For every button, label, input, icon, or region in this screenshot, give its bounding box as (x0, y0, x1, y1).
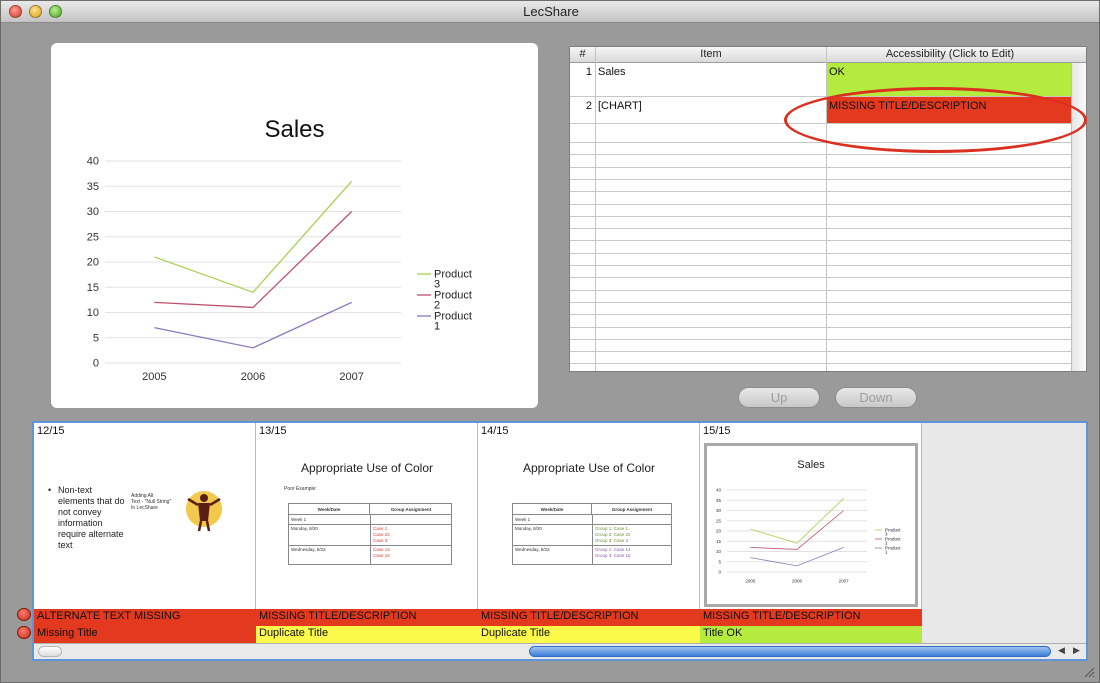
slide-title: Sales (264, 116, 325, 143)
slide-subtitle: Poor Example: (284, 486, 317, 492)
y-tick-label: 35 (87, 181, 99, 193)
slide-number: 14/15 (481, 425, 509, 437)
slide-thumbnail-content: Appropriate Use of Color Poor Example: W… (256, 441, 478, 611)
empty-row-line (570, 240, 1072, 242)
person-illustration-icon (186, 491, 222, 532)
header-item[interactable]: Item (595, 48, 827, 60)
x-tick-label: 2005 (745, 579, 756, 584)
slide-table: Week/Date Group Assignment Week 1 Monday… (288, 503, 452, 565)
slide-table: Week/Date Group Assignment Week 1 Monday… (512, 503, 672, 565)
empty-row-line (570, 154, 1072, 156)
y-tick-label: 10 (716, 549, 722, 554)
empty-row-line (570, 203, 1072, 205)
empty-row-line (570, 191, 1072, 193)
empty-row-line (570, 289, 1072, 291)
empty-row-line (570, 166, 1072, 168)
empty-row-line (570, 338, 1072, 340)
empty-row-line (570, 277, 1072, 279)
y-tick-label: 25 (716, 518, 722, 523)
y-tick-label: 5 (93, 332, 99, 344)
sales-chart: 0 5 10 15 20 25 30 35 40 2005 2006 2007 Product 3 Prod… (79, 145, 509, 397)
mini-sales-chart: 05101520253035402005 2006 2007Product3Prod… (716, 488, 901, 584)
x-tick-label: 2006 (792, 579, 803, 584)
y-tick-label: 0 (93, 358, 99, 370)
legend-label: 1 (434, 321, 440, 333)
header-accessibility[interactable]: Accessibility (Click to Edit) (827, 48, 1073, 60)
window-title: LecShare (523, 4, 579, 19)
sales-chart-svg: 05101520253035402005 2006 2007Product3Prod… (87, 156, 472, 383)
header-number[interactable]: # (570, 48, 595, 60)
slide-thumbnail-content: Appropriate Use of Color Week/Date Group… (478, 441, 700, 611)
row-item: [CHART] (598, 100, 642, 112)
slide-filmstrip: 12/15 • Non-text elements that do not co… (32, 421, 1088, 661)
scroll-right-icon[interactable]: ▶ (1073, 645, 1080, 658)
status-description: MISSING TITLE/DESCRIPTION (700, 609, 922, 626)
y-tick-label: 15 (716, 539, 722, 544)
status-title: Duplicate Title (256, 626, 478, 643)
scrollbar-left-cap (38, 646, 62, 657)
empty-row-line (570, 314, 1072, 316)
slide-title: Appropriate Use of Color (300, 461, 434, 475)
y-tick-label: 35 (716, 498, 722, 503)
y-tick-label: 30 (87, 206, 99, 218)
alert-indicator-icon[interactable] (17, 608, 31, 621)
y-tick-label: 40 (87, 156, 99, 168)
slide-number: 13/15 (259, 425, 287, 437)
empty-row-line (570, 228, 1072, 230)
slide-thumbnail-content: • Non-text elements that do not convey i… (34, 441, 256, 611)
x-tick-label: 2007 (339, 371, 363, 383)
status-title: Duplicate Title (478, 626, 700, 643)
scroll-arrows[interactable]: ◀ ▶ (1054, 645, 1084, 658)
resize-grip-icon[interactable] (1083, 666, 1095, 678)
annotation-circle (784, 87, 1087, 153)
y-tick-label: 30 (716, 508, 722, 513)
y-tick-label: 25 (87, 231, 99, 243)
status-title: Title OK (700, 626, 922, 643)
series-line (154, 211, 353, 309)
y-tick-label: 0 (718, 570, 721, 575)
table-header: # Item Accessibility (Click to Edit) (570, 47, 1086, 63)
down-button[interactable]: Down (835, 387, 917, 408)
app-window: LecShare Sales 0 5 10 15 20 25 30 35 40 2005 2006 2… (0, 0, 1100, 683)
status-description: MISSING TITLE/DESCRIPTION (478, 609, 700, 626)
status-alternate-text: ALTERNATE TEXT MISSING (34, 609, 256, 626)
y-tick-label: 5 (718, 559, 721, 564)
empty-row-line (570, 326, 1072, 328)
empty-row-line (570, 215, 1072, 217)
scrollbar-thumb[interactable] (529, 646, 1051, 657)
y-tick-label: 40 (716, 488, 722, 493)
alert-indicator-icon[interactable] (17, 626, 31, 639)
y-tick-label: 20 (87, 257, 99, 269)
slide-number: 12/15 (37, 425, 65, 437)
y-tick-label: 10 (87, 307, 99, 319)
slide-number: 15/15 (703, 425, 731, 437)
row-item: Sales (598, 66, 626, 78)
empty-row-line (570, 351, 1072, 353)
slide-note: Adding Alt Text - "Null String" In LecSh… (131, 493, 172, 511)
y-tick-label: 20 (716, 529, 722, 534)
row-number: 1 (585, 66, 592, 78)
status-title: Missing Title (34, 626, 256, 643)
x-tick-label: 2007 (839, 579, 850, 584)
y-tick-label: 15 (87, 282, 99, 294)
slide-title: Appropriate Use of Color (522, 461, 656, 475)
row-number: 2 (585, 100, 592, 112)
slide-preview: Sales 0 5 10 15 20 25 30 35 40 2005 2006 2007 Produc… (51, 43, 538, 408)
empty-row-line (570, 265, 1072, 266)
filmstrip-horizontal-scrollbar[interactable]: ◀ ▶ (34, 643, 1086, 659)
up-button[interactable]: Up (738, 387, 820, 408)
x-tick-label: 2005 (142, 371, 166, 383)
series-line (154, 301, 352, 349)
title-bar: LecShare (1, 1, 1099, 23)
empty-row-line (570, 363, 1072, 365)
scroll-left-icon[interactable]: ◀ (1058, 645, 1065, 658)
series-line (750, 547, 844, 567)
selected-slide-frame: Sales 0 5 10 15 20 25 30 35 40 2005 2006 2007 Produc… (704, 443, 918, 607)
x-tick-label: 2006 (241, 371, 265, 383)
empty-row-line (570, 301, 1072, 303)
status-description: MISSING TITLE/DESCRIPTION (256, 609, 478, 626)
slide-title: Sales (797, 459, 825, 471)
empty-row-line (570, 178, 1072, 180)
empty-row-line (570, 252, 1072, 254)
